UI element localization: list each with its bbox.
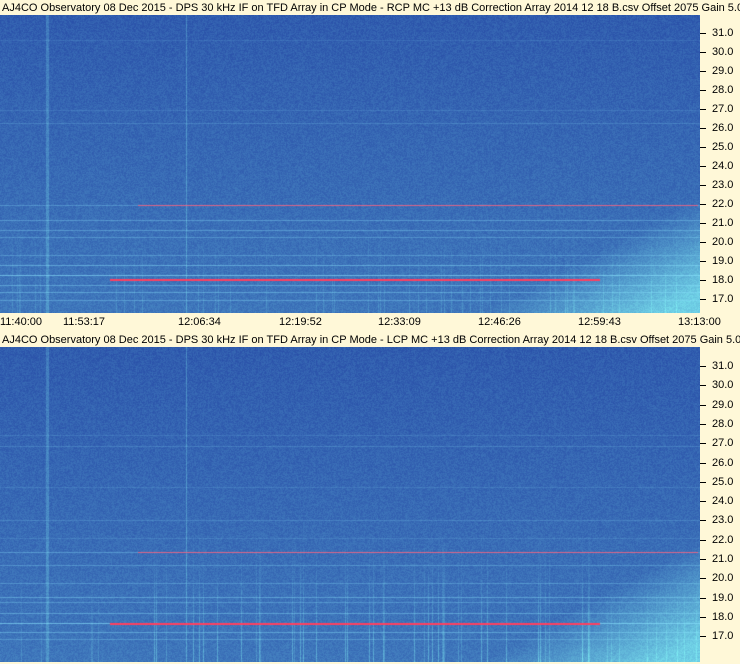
spectrogram-canvas-rcp	[0, 15, 700, 313]
y-tick-mark	[700, 109, 706, 110]
y-tick-label: 21.0	[712, 217, 734, 229]
y-tick-mark	[700, 366, 706, 367]
y-tick-mark	[700, 71, 706, 72]
y-tick-mark	[700, 166, 706, 167]
y-tick-mark	[700, 501, 706, 503]
frequency-axis-lcp: 31.0 30.0 29.0 28.0 27.0 26.0 25.0 24.0 23.0 22.0…	[700, 347, 740, 662]
y-tick-label: 24.0	[712, 160, 734, 172]
y-tick-mark	[700, 204, 706, 205]
y-tick-mark	[700, 147, 706, 148]
spectrogram-rcp[interactable]	[0, 15, 700, 313]
panel-title-rcp: AJ4CO Observatory 08 Dec 2015 - DPS 30 k…	[2, 2, 740, 14]
x-tick-label: 12:46:26	[478, 316, 521, 328]
y-tick-label: 18.0	[712, 610, 734, 623]
y-tick-label: 17.0	[712, 293, 734, 305]
y-tick-label: 18.0	[712, 274, 734, 286]
y-tick-label: 26.0	[712, 122, 734, 134]
x-tick-label: 11:53:17	[63, 316, 106, 328]
spectrogram-panel-rcp: AJ4CO Observatory 08 Dec 2015 - DPS 30 k…	[0, 0, 740, 332]
y-tick-label: 20.0	[712, 572, 734, 585]
y-tick-mark	[700, 261, 706, 262]
y-tick-mark	[700, 185, 706, 186]
y-tick-label: 20.0	[712, 236, 734, 248]
y-tick-mark	[700, 90, 706, 91]
y-tick-mark	[700, 52, 706, 53]
y-tick-label: 25.0	[712, 141, 734, 153]
y-tick-mark	[700, 520, 706, 522]
y-tick-label: 26.0	[712, 456, 734, 469]
y-tick-label: 28.0	[712, 84, 734, 96]
y-tick-mark	[700, 481, 706, 483]
y-tick-mark	[700, 223, 706, 224]
y-tick-mark	[700, 578, 706, 580]
x-tick-label: 11:40:00	[0, 316, 43, 328]
spectrogram-canvas-lcp	[0, 347, 700, 662]
y-tick-mark	[700, 280, 706, 281]
y-tick-mark	[700, 597, 706, 599]
x-tick-label: 12:59:43	[578, 316, 621, 328]
y-tick-mark	[700, 404, 706, 406]
y-tick-label: 30.0	[712, 46, 734, 58]
y-tick-label: 27.0	[712, 437, 734, 450]
x-tick-label: 12:19:52	[279, 316, 322, 328]
y-tick-label: 31.0	[712, 27, 734, 39]
y-tick-mark	[700, 636, 706, 638]
y-tick-mark	[700, 242, 706, 243]
x-tick-label: 12:33:09	[378, 316, 421, 328]
y-tick-label: 30.0	[712, 379, 734, 392]
y-tick-mark	[700, 559, 706, 560]
y-tick-mark	[700, 299, 706, 300]
x-tick-label: 13:13:00	[678, 316, 721, 328]
time-axis-rcp: 11:40:00 11:53:17 12:06:34 12:19:52 12:33:09…	[0, 313, 740, 332]
y-tick-label: 29.0	[712, 398, 734, 411]
y-tick-label: 27.0	[712, 103, 734, 115]
y-tick-label: 28.0	[712, 417, 734, 430]
y-tick-label: 19.0	[712, 591, 734, 604]
x-tick-label: 12:06:34	[178, 316, 221, 328]
y-tick-mark	[700, 128, 706, 129]
y-tick-label: 23.0	[712, 179, 734, 191]
y-tick-label: 21.0	[712, 553, 734, 565]
y-tick-label: 22.0	[712, 533, 734, 546]
y-tick-label: 24.0	[712, 495, 734, 508]
y-tick-label: 22.0	[712, 198, 734, 210]
y-tick-label: 31.0	[712, 360, 734, 372]
y-tick-label: 23.0	[712, 514, 734, 527]
panel-title-lcp: AJ4CO Observatory 08 Dec 2015 - DPS 30 k…	[2, 334, 740, 346]
y-tick-label: 29.0	[712, 65, 734, 77]
y-tick-mark	[700, 385, 706, 387]
spectrogram-lcp[interactable]	[0, 347, 700, 662]
frequency-axis-rcp: 31.0 30.0 29.0 28.0 27.0 26.0 25.0 24.0 23.0 22.0…	[700, 15, 740, 313]
y-tick-mark	[700, 616, 706, 618]
y-tick-label: 19.0	[712, 255, 734, 267]
y-tick-label: 25.0	[712, 475, 734, 488]
spectrogram-panel-lcp: AJ4CO Observatory 08 Dec 2015 - DPS 30 k…	[0, 332, 740, 664]
y-tick-mark	[700, 462, 706, 464]
y-tick-mark	[700, 33, 706, 34]
y-tick-label: 17.0	[712, 630, 734, 643]
y-tick-mark	[700, 443, 706, 445]
y-tick-mark	[700, 539, 706, 541]
y-tick-mark	[700, 423, 706, 425]
